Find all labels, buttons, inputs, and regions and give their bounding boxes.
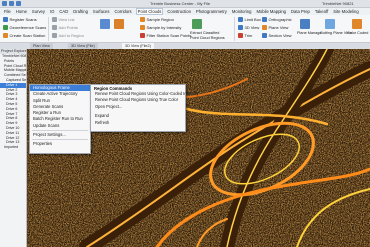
sample-icon xyxy=(140,17,145,22)
menu-separator xyxy=(32,139,88,141)
classify-icon[interactable] xyxy=(114,19,124,29)
add-region-icon xyxy=(52,33,57,38)
app-icon xyxy=(2,1,7,6)
station-icon xyxy=(3,33,8,38)
color-coded-button[interactable]: Color Coded xyxy=(347,31,368,35)
menu-survey[interactable]: Survey xyxy=(31,9,46,14)
context-menu: Homologous Frame Create Active Trajector… xyxy=(29,84,91,154)
project-explorer: Project Explorer TrimbleNet 90821 Points… xyxy=(0,49,27,247)
register-scans-button[interactable]: Register Scans xyxy=(3,17,37,22)
orthographic-button[interactable]: Orthographic xyxy=(262,17,292,22)
extract-icon[interactable] xyxy=(192,19,202,29)
ribbon-separator xyxy=(234,17,235,41)
3d-view-button[interactable]: 3D View xyxy=(238,25,259,30)
add-to-region-button[interactable]: Add to Region xyxy=(52,33,84,38)
menu-item-properties[interactable]: Properties xyxy=(30,141,90,147)
menu-data-prep[interactable]: Data Prep xyxy=(290,9,311,14)
plane-manager-button[interactable]: Plane Manager xyxy=(297,31,323,35)
list-icon xyxy=(52,17,57,22)
menu-cad[interactable]: CAD xyxy=(58,9,69,14)
ribbon: Register Scans Georeference Scans Create… xyxy=(0,15,370,43)
menu-photogrammetry[interactable]: Photogrammetry xyxy=(195,9,228,14)
menu-point-clouds[interactable]: Point Clouds xyxy=(135,8,164,15)
plane-manager-icon[interactable] xyxy=(300,19,310,29)
menu-surfaces[interactable]: Surfaces xyxy=(92,9,111,14)
clouds-icon[interactable] xyxy=(100,19,110,29)
region-commands-submenu: Region Commands Renew Point Cloud Region… xyxy=(90,84,199,132)
color-coded-icon[interactable] xyxy=(352,19,362,29)
plane-view-button[interactable]: Plane View xyxy=(262,25,288,30)
menu-corridors[interactable]: Corridors xyxy=(113,9,132,14)
point-cloud-regions-button[interactable]: Point Cloud Regions xyxy=(190,36,225,40)
menu-home[interactable]: Home xyxy=(15,9,28,14)
undo-icon[interactable] xyxy=(16,1,21,6)
menu-separator xyxy=(32,130,88,132)
title-bar: Trimble Business Center - My File Trimbl… xyxy=(0,0,370,8)
menu-bar: File Home Survey IO CAD Drafting Surface… xyxy=(0,8,370,15)
menu-site-modeling[interactable]: Site Modeling xyxy=(332,9,359,14)
trim-button[interactable]: Trim xyxy=(238,33,252,38)
cube-icon xyxy=(238,25,243,30)
intensity-icon xyxy=(140,25,145,30)
trim-icon xyxy=(238,33,243,38)
sample-region-button[interactable]: Sample Region xyxy=(140,17,174,22)
cutting-plane-icon[interactable] xyxy=(325,19,335,29)
add-points-button[interactable]: Add Points xyxy=(52,25,78,30)
extract-classified-button[interactable]: Extract Classified xyxy=(190,31,219,35)
section-view-button[interactable]: Section View xyxy=(262,33,292,38)
limit-box-button[interactable]: Limit Box xyxy=(238,17,261,22)
window-title: Trimble Business Center - My File xyxy=(150,1,211,6)
filter-station-button[interactable]: Filter Station Scan Points xyxy=(140,33,191,38)
menu-mobile-mapping[interactable]: Mobile Mapping xyxy=(255,9,287,14)
menu-item-update-scans[interactable]: Update Scans xyxy=(30,123,90,129)
ribbon-separator xyxy=(48,17,49,41)
menu-file[interactable]: File xyxy=(3,9,12,14)
menu-monitoring[interactable]: Monitoring xyxy=(231,9,253,14)
tree-item-imported[interactable]: Imported xyxy=(0,145,26,150)
limit-box-icon xyxy=(238,17,243,22)
menu-drafting[interactable]: Drafting xyxy=(72,9,89,14)
menu-io[interactable]: IO xyxy=(49,9,55,14)
menu-construction[interactable]: Construction xyxy=(166,9,192,14)
create-scan-station-button[interactable]: Create Scan Station xyxy=(3,33,45,38)
add-points-icon xyxy=(52,25,57,30)
submenu-item-renew-true-color[interactable]: Renew Point Cloud Regions Using True Col… xyxy=(91,97,185,103)
menu-item-project-settings[interactable]: Project Settings... xyxy=(30,132,90,138)
georeference-icon xyxy=(3,25,8,30)
register-icon xyxy=(3,17,8,22)
window-title-right: TrimbleNet 90821 xyxy=(322,1,354,6)
georeference-scans-button[interactable]: Georeference Scans xyxy=(3,25,46,30)
orthographic-icon xyxy=(262,17,267,22)
filter-icon xyxy=(140,33,145,38)
submenu-item-refresh[interactable]: Refresh xyxy=(91,120,185,126)
plane-icon xyxy=(262,25,267,30)
view-list-button[interactable]: View List xyxy=(52,17,74,22)
save-icon[interactable] xyxy=(9,1,14,6)
menu-item-batch-register[interactable]: Batch Register Run to Run xyxy=(30,116,90,122)
quick-access-toolbar xyxy=(2,1,21,6)
sample-by-intensity-button[interactable]: Sample by Intensity xyxy=(140,25,181,30)
menu-takeoff[interactable]: Takeoff xyxy=(314,9,329,14)
section-icon xyxy=(262,33,267,38)
